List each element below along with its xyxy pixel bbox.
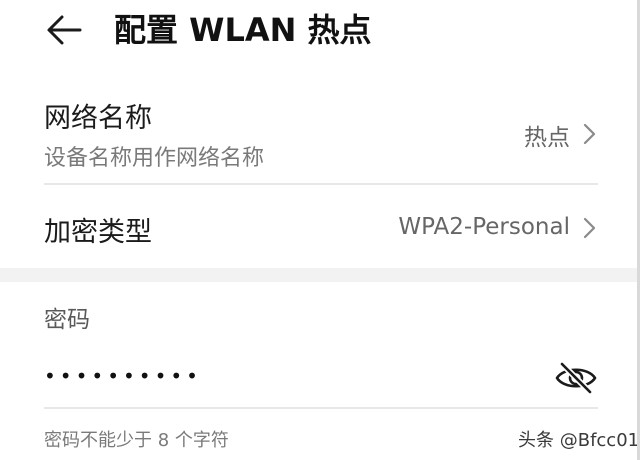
password-visibility-toggle[interactable] xyxy=(554,358,598,398)
password-hint: 密码不能少于 8 个字符 xyxy=(44,430,229,451)
arrow-left-icon xyxy=(47,15,82,45)
password-input[interactable]: •••••••••• xyxy=(44,352,604,404)
network-name-label: 网络名称 xyxy=(44,103,152,134)
network-name-value: 热点 xyxy=(524,125,570,151)
encryption-type-row[interactable]: 加密类型 WPA2-Personal xyxy=(0,190,640,266)
row-divider xyxy=(44,183,598,185)
page-title: 配置 WLAN 热点 xyxy=(114,11,372,49)
chevron-right-icon xyxy=(583,217,596,239)
chevron-right-icon xyxy=(583,123,596,145)
password-section-label: 密码 xyxy=(44,307,90,333)
network-name-subtitle: 设备名称用作网络名称 xyxy=(44,146,265,171)
watermark: 头条 @Bfcc01 xyxy=(518,430,640,451)
encryption-type-label: 加密类型 xyxy=(44,217,152,248)
encryption-type-value: WPA2-Personal xyxy=(398,214,570,240)
back-button[interactable] xyxy=(44,10,84,50)
password-underline xyxy=(44,407,598,409)
section-separator xyxy=(0,268,640,282)
eye-off-icon xyxy=(555,361,597,395)
app-header: 配置 WLAN 热点 xyxy=(0,0,640,70)
network-name-row[interactable]: 网络名称 设备名称用作网络名称 热点 xyxy=(0,84,640,184)
password-masked-value: •••••••••• xyxy=(44,364,202,388)
